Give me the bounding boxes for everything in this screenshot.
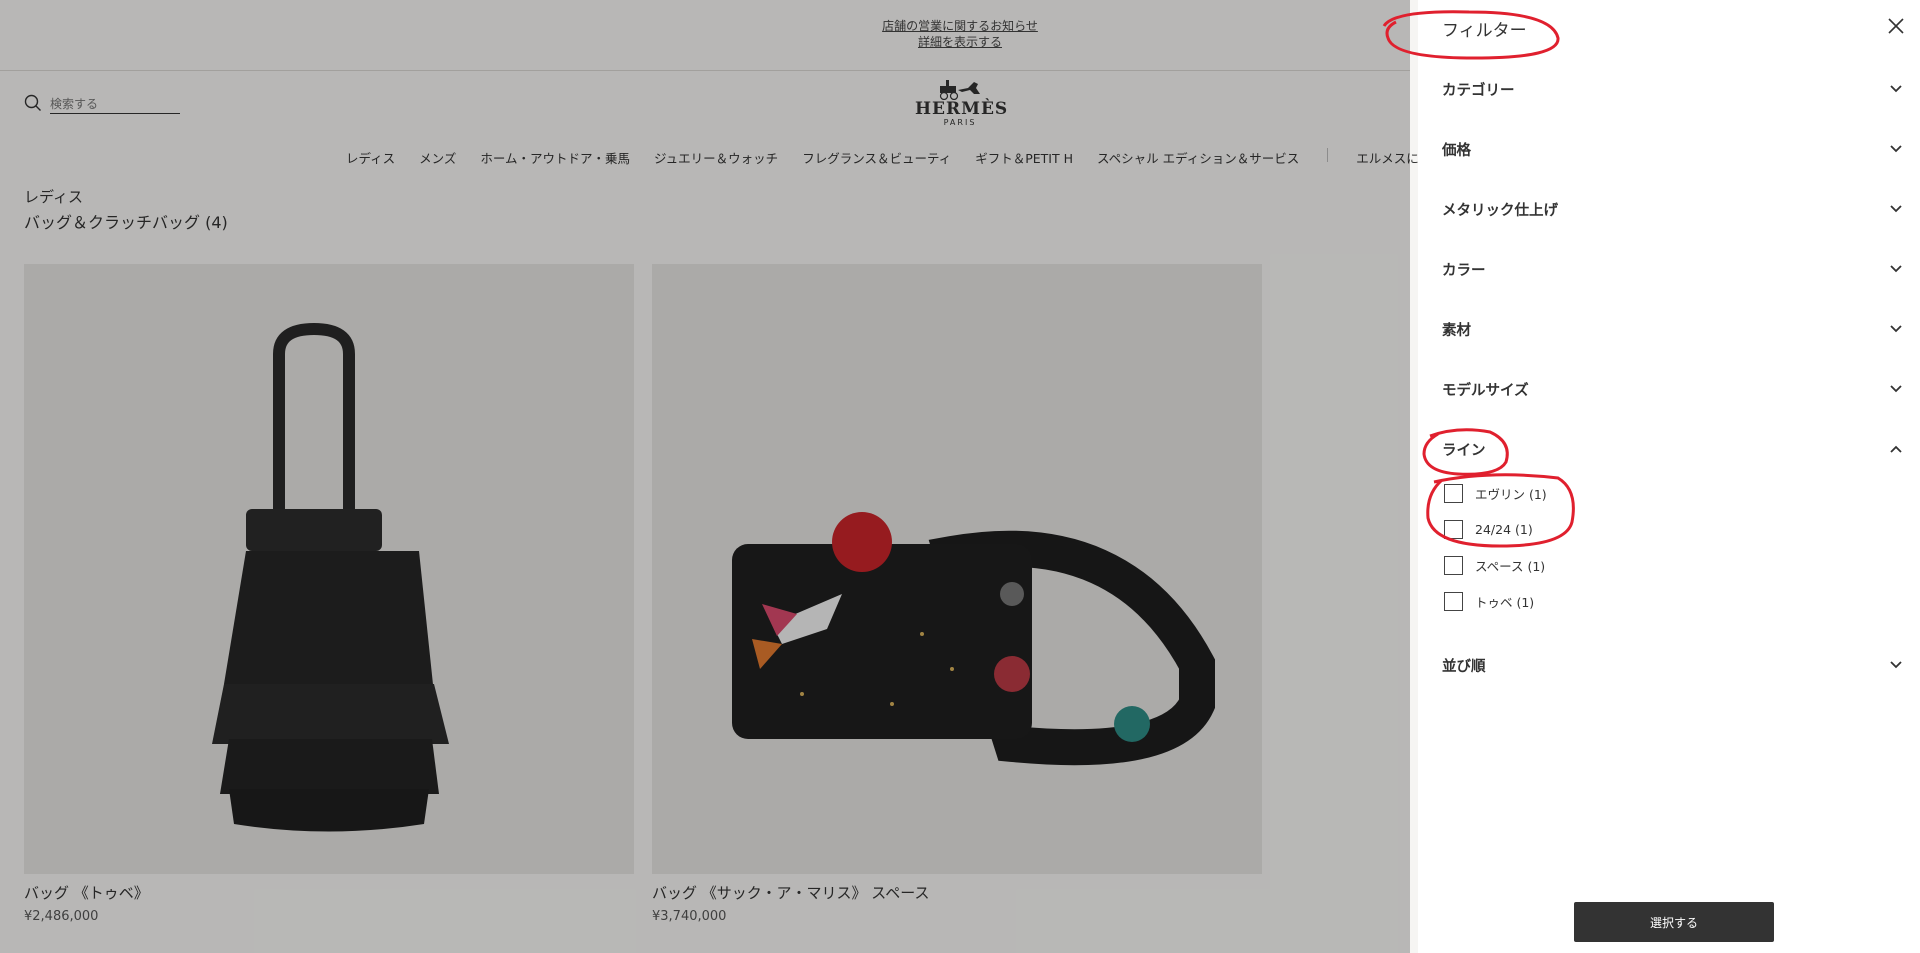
close-button[interactable] [1884,14,1908,38]
facet-label: メタリック仕上げ [1442,202,1558,219]
chevron-down-icon [1890,145,1902,153]
chevron-down-icon [1890,205,1902,213]
facet-label: 価格 [1442,142,1471,159]
facet-model-size[interactable]: モデルサイズ [1442,376,1904,402]
checkbox[interactable] [1444,484,1463,503]
facet-sort-order[interactable]: 並び順 [1442,652,1904,678]
apply-filter-button[interactable]: 選択する [1574,902,1774,942]
chevron-down-icon [1890,385,1902,393]
facet-label: カテゴリー [1442,82,1515,99]
filter-panel: フィルター カテゴリー 価格 メタリック仕上げ カラー 素材 モデルサイズ ライ… [1418,0,1920,953]
line-option-space[interactable]: スペース (1) [1444,556,1545,575]
line-option-evelyne[interactable]: エヴリン (1) [1444,484,1547,503]
chevron-down-icon [1890,661,1902,669]
facet-category[interactable]: カテゴリー [1442,76,1904,102]
option-label: スペース (1) [1475,559,1546,574]
checkbox[interactable] [1444,592,1463,611]
option-label: エヴリン (1) [1475,487,1547,502]
checkbox[interactable] [1444,556,1463,575]
chevron-down-icon [1890,265,1902,273]
option-label: トゥベ (1) [1475,595,1535,610]
option-label: 24/24 (1) [1475,522,1533,537]
facet-material[interactable]: 素材 [1442,316,1904,342]
facet-label: カラー [1442,262,1486,279]
line-option-toube[interactable]: トゥベ (1) [1444,592,1534,611]
facet-label: モデルサイズ [1442,382,1529,399]
chevron-up-icon [1890,445,1902,453]
filter-title: フィルター [1442,21,1527,41]
line-option-24-24[interactable]: 24/24 (1) [1444,520,1533,539]
facet-label: ライン [1442,442,1486,459]
modal-backdrop[interactable] [0,0,1410,953]
facet-price[interactable]: 価格 [1442,136,1904,162]
close-icon[interactable] [1884,14,1908,38]
facet-metallic-finish[interactable]: メタリック仕上げ [1442,196,1904,222]
facet-label: 素材 [1442,322,1471,339]
facet-line[interactable]: ライン [1442,436,1904,462]
facet-color[interactable]: カラー [1442,256,1904,282]
facet-label: 並び順 [1442,658,1486,675]
chevron-down-icon [1890,325,1902,333]
chevron-down-icon [1890,85,1902,93]
checkbox[interactable] [1444,520,1463,539]
